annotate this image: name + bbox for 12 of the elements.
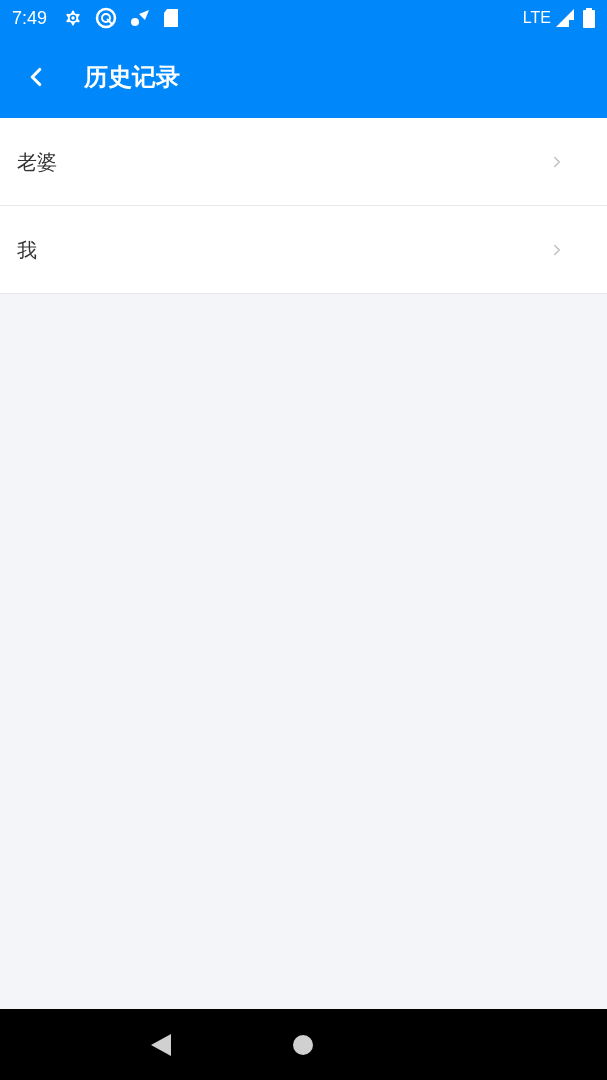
back-nav-icon[interactable] bbox=[150, 1032, 173, 1057]
sd-card-icon bbox=[163, 8, 180, 28]
history-item[interactable]: 我 bbox=[0, 206, 607, 294]
home-nav-icon[interactable] bbox=[292, 1033, 315, 1056]
history-item[interactable]: 老婆 bbox=[0, 118, 607, 206]
clock: 7:49 bbox=[12, 6, 48, 30]
item-label: 老婆 bbox=[17, 148, 57, 176]
signal-icon bbox=[555, 8, 575, 28]
page-title: 历史记录 bbox=[84, 62, 180, 93]
item-label: 我 bbox=[17, 236, 37, 264]
battery-icon bbox=[583, 8, 595, 28]
network-label: LTE bbox=[522, 8, 551, 28]
